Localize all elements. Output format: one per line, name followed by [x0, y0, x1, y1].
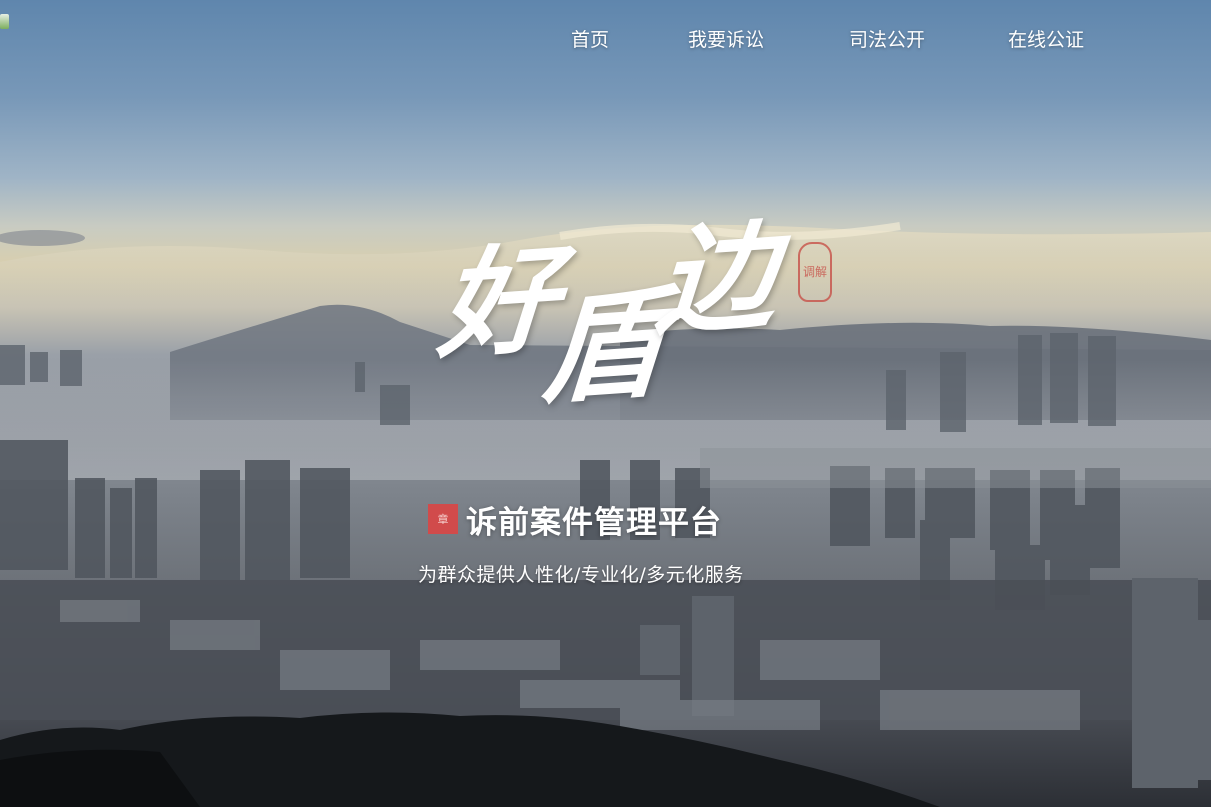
red-seal-stamp: 调解: [798, 242, 832, 302]
hero-banner: 首页 我要诉讼 司法公开 在线公证 好盾边 调解 章 诉前案件管理平台 为群众提…: [0, 0, 1211, 807]
tagline: 为群众提供人性化/专业化/多元化服务: [418, 564, 744, 586]
platform-title-text: 诉前案件管理平台: [466, 504, 722, 541]
calligraphy-char: 边: [652, 205, 771, 353]
seal-text: 调解: [802, 265, 827, 279]
brand-logo: 好盾边 调解: [434, 206, 832, 446]
nav-item-file-lawsuit[interactable]: 我要诉讼: [688, 26, 764, 54]
brand-calligraphy: 好盾边: [433, 206, 771, 421]
nav-item-home[interactable]: 首页: [571, 26, 609, 54]
platform-title: 章 诉前案件管理平台: [428, 499, 722, 541]
nav-item-online-notary[interactable]: 在线公证: [1008, 26, 1084, 54]
calligraphy-char: 盾: [537, 271, 659, 421]
seal-glyph: 章: [437, 513, 449, 526]
calligraphy-char: 好: [433, 228, 553, 376]
site-favicon-icon: [0, 14, 9, 29]
nav-item-judicial-disclosure[interactable]: 司法公开: [849, 26, 925, 54]
seal-icon: 章: [428, 504, 458, 534]
